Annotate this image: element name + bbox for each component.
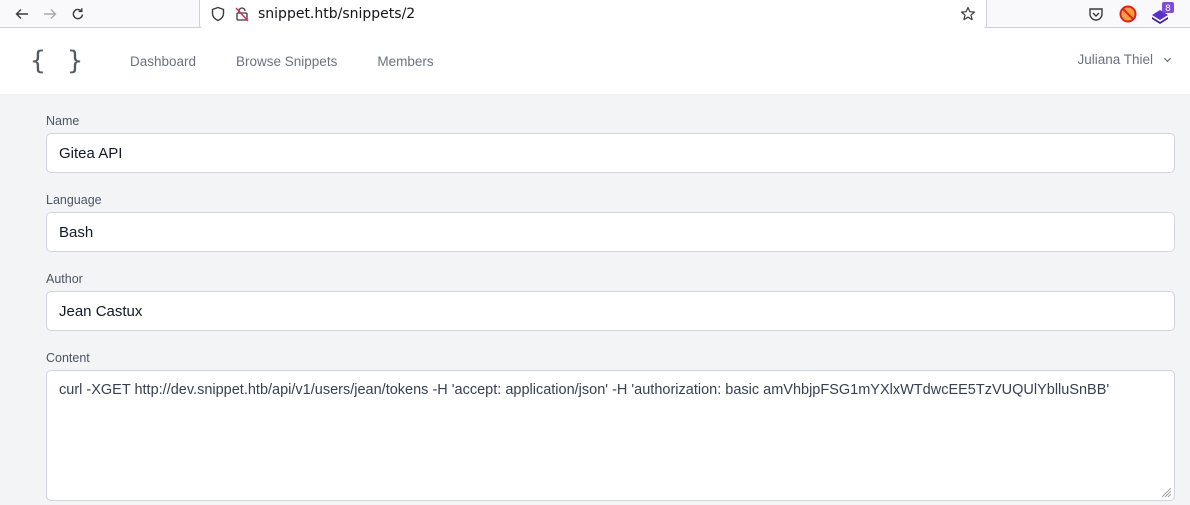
content-label: Content [46, 351, 90, 365]
reload-icon [72, 7, 84, 19]
user-menu[interactable]: Juliana Thiel [1077, 52, 1172, 67]
bookmark-star-icon[interactable] [960, 6, 976, 22]
shield-icon[interactable] [210, 6, 226, 22]
extension-badge-icon[interactable]: 8 [1150, 2, 1176, 26]
logo[interactable]: { } [30, 46, 86, 76]
user-name: Juliana Thiel [1077, 52, 1153, 67]
snippet-form: Name Gitea API Language Bash Author Jean… [0, 114, 1190, 501]
extension-badge-count: 8 [1165, 4, 1171, 14]
reload-button[interactable] [64, 0, 92, 28]
author-label: Author [46, 272, 83, 286]
language-label: Language [46, 193, 102, 207]
arrow-left-icon [15, 8, 28, 19]
content-textarea[interactable]: curl -XGET http://dev.snippet.htb/api/v1… [46, 370, 1175, 501]
author-field[interactable]: Jean Castux [46, 291, 1175, 331]
resize-handle-icon[interactable] [1162, 488, 1172, 498]
arrow-right-icon [44, 8, 57, 19]
chevron-down-icon [1163, 57, 1172, 63]
forward-button[interactable] [36, 0, 64, 28]
blocker-extension-icon[interactable] [1118, 4, 1138, 24]
app-navbar: { } Dashboard Browse Snippets Members Ju… [0, 28, 1190, 94]
url-text[interactable]: snippet.htb/snippets/2 [258, 6, 415, 22]
content-text: curl -XGET http://dev.snippet.htb/api/v1… [59, 382, 1110, 398]
back-button[interactable] [8, 0, 36, 28]
nav-members[interactable]: Members [377, 54, 433, 69]
insecure-lock-icon[interactable] [234, 6, 250, 22]
browser-toolbar: snippet.htb/snippets/2 8 [0, 0, 1190, 29]
name-label: Name [46, 114, 80, 128]
nav-browse-snippets[interactable]: Browse Snippets [236, 54, 337, 69]
name-field[interactable]: Gitea API [46, 133, 1175, 173]
pocket-icon[interactable] [1086, 4, 1106, 24]
address-bar[interactable]: snippet.htb/snippets/2 [199, 0, 987, 29]
nav-dashboard[interactable]: Dashboard [130, 54, 196, 69]
language-field[interactable]: Bash [46, 212, 1175, 252]
